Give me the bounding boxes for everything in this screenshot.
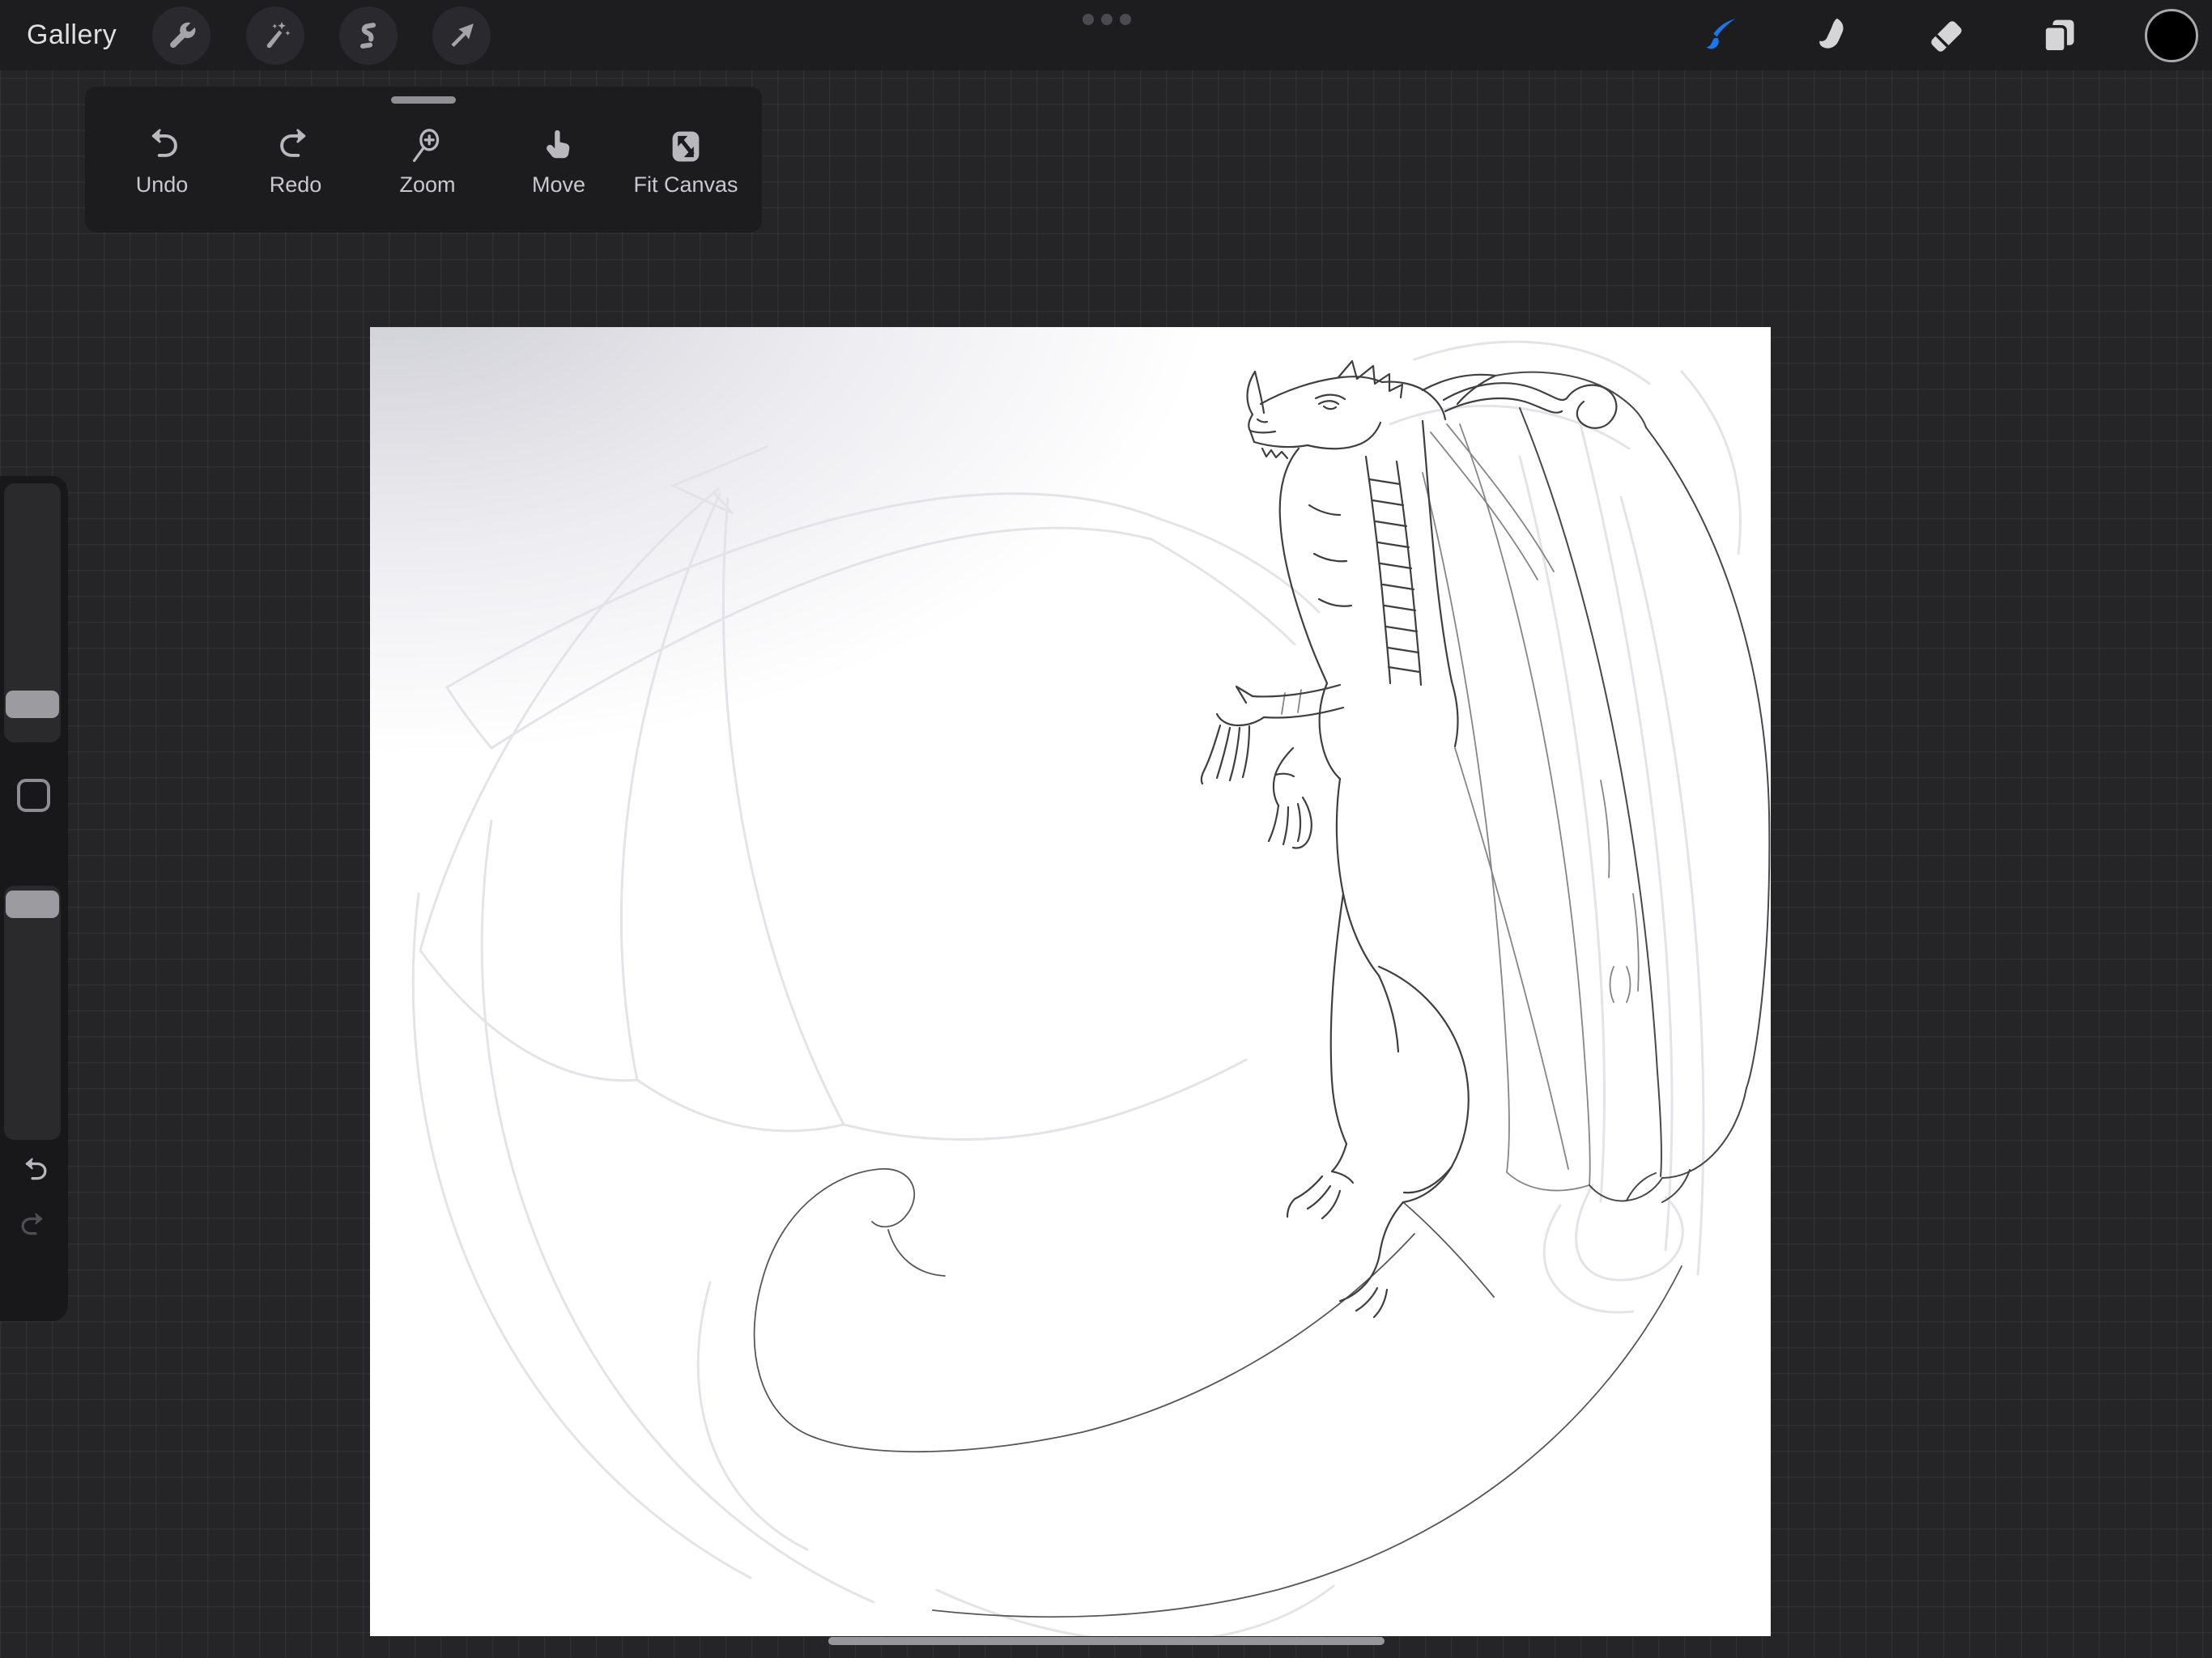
fit-canvas-button[interactable]: Fit Canvas [617, 127, 755, 223]
transform-arrow-icon [451, 23, 474, 47]
erase-tool-button[interactable] [1923, 13, 1968, 58]
redo-label: Redo [269, 172, 322, 197]
fit-canvas-icon [672, 131, 700, 162]
undo-button[interactable]: Undo [93, 127, 231, 223]
undo-icon [151, 129, 177, 157]
move-label: Move [531, 172, 586, 197]
selection-button[interactable] [339, 6, 398, 65]
undo-label: Undo [135, 172, 189, 197]
brush-sidebar [0, 476, 68, 1321]
home-indicator-bar[interactable] [828, 1637, 1385, 1645]
gallery-button[interactable]: Gallery [27, 0, 117, 70]
adjustments-button[interactable] [246, 6, 304, 65]
top-toolbar: Gallery [0, 0, 2212, 70]
opacity-slider[interactable] [4, 886, 61, 1140]
redo-icon [280, 129, 306, 157]
eraser-icon [1931, 21, 1962, 52]
zoom-magnifier-icon [413, 129, 440, 163]
undo-arrow-icon [25, 1158, 47, 1180]
paint-tool-button[interactable] [1697, 13, 1742, 58]
magic-wand-icon [266, 21, 291, 49]
brush-size-slider-thumb[interactable] [6, 691, 59, 718]
drag-handle[interactable] [391, 96, 456, 104]
modify-button[interactable] [17, 779, 50, 812]
move-hand-icon [547, 130, 570, 159]
sidebar-undo-button[interactable] [17, 1154, 51, 1188]
transform-button[interactable] [432, 6, 491, 65]
smudge-finger-icon [1819, 18, 1844, 49]
procreate-screen: Gallery Undo Redo Zoom Move Fit Canvas [0, 0, 2212, 1658]
color-swatch-circle[interactable] [2145, 9, 2198, 62]
drawing-canvas[interactable] [370, 327, 1771, 1636]
sidebar-redo-button[interactable] [17, 1209, 51, 1244]
zoom-label: Zoom [399, 172, 456, 197]
wrench-icon [170, 22, 196, 49]
fit-canvas-label: Fit Canvas [633, 172, 738, 197]
opacity-slider-thumb[interactable] [6, 891, 59, 918]
paintbrush-icon [1706, 19, 1736, 49]
zoom-button[interactable]: Zoom [359, 127, 496, 223]
actions-button[interactable] [152, 6, 211, 65]
selection-s-icon [360, 23, 376, 49]
smudge-tool-button[interactable] [1809, 13, 1854, 58]
layers-button[interactable] [2036, 13, 2082, 58]
quick-menu-toolbar: Undo Redo Zoom Move Fit Canvas [85, 87, 762, 232]
redo-arrow-icon [21, 1213, 43, 1235]
move-button[interactable]: Move [490, 127, 627, 223]
canvas-options-ellipsis-icon[interactable] [1083, 14, 1131, 25]
dragon-sketch-artwork [411, 340, 1771, 1636]
redo-button[interactable]: Redo [227, 127, 364, 223]
layers-icon [2043, 19, 2074, 53]
